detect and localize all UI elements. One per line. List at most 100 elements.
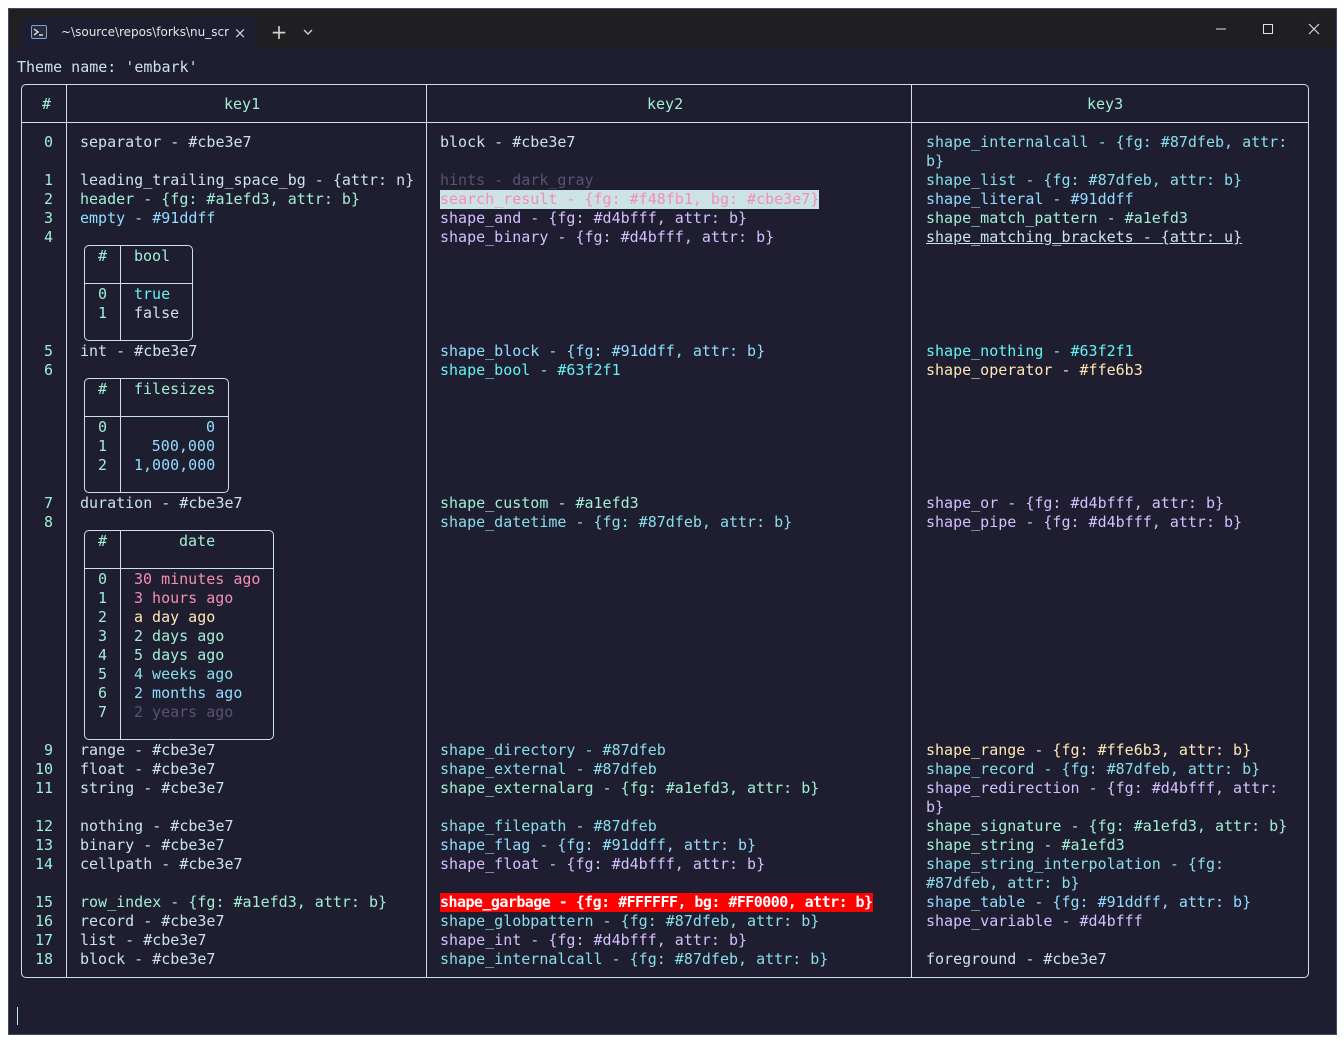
key2-cell: shape_flag - {fg: #91ddff, attr: b} (440, 836, 757, 854)
tab-close-icon[interactable]: × (232, 25, 248, 41)
key2-cell: search_result - {fg: #f48fb1, bg: #cbe3e… (440, 190, 820, 209)
date-value: 5 days ago (134, 646, 225, 664)
key3-cell-wrap: #87dfeb, attr: b} (926, 874, 1080, 892)
row-index: 7 (43, 494, 53, 512)
terminal-output[interactable]: Theme name: 'embark' # key1 key2 key3 0 … (9, 49, 1336, 1035)
key3-cell: shape_table - {fg: #91ddff, attr: b} (926, 893, 1252, 911)
bool-row-index: 0 (98, 285, 108, 303)
row-index: 1 (43, 171, 53, 189)
date-row-index: 1 (98, 589, 108, 607)
row-index: 11 (34, 779, 53, 797)
table-separator (84, 568, 274, 569)
row-index: 18 (34, 950, 53, 968)
key1-cell: range - #cbe3e7 (80, 741, 216, 759)
key3-cell: shape_literal - #91ddff (926, 190, 1134, 208)
chevron-down-icon[interactable] (299, 23, 317, 41)
key2-cell: shape_externalarg - {fg: #a1efd3, attr: … (440, 779, 820, 797)
key1-cell: int - #cbe3e7 (80, 342, 198, 360)
new-tab-button[interactable]: + (269, 22, 289, 42)
close-icon[interactable] (1302, 19, 1326, 39)
column-divider (911, 84, 912, 978)
bool-header-index: # (98, 247, 108, 265)
bool-value: true (134, 285, 171, 303)
column-divider (120, 245, 121, 341)
key3-cell: shape_string_interpolation - {fg: (926, 855, 1225, 873)
filesizes-header-index: # (98, 380, 108, 398)
key1-cell: list - #cbe3e7 (80, 931, 207, 949)
row-index: 9 (43, 741, 53, 759)
key3-cell: shape_range - {fg: #ffe6b3, attr: b} (926, 741, 1252, 759)
row-index: 6 (43, 361, 53, 379)
filesize-value: 1,000,000 (134, 456, 216, 474)
tab-title: ~\source\repos\forks\nu_scrip (61, 25, 229, 39)
row-index: 3 (43, 209, 53, 227)
theme-heading: Theme name: 'embark' (17, 58, 198, 76)
key2-cell: shape_block - {fg: #91ddff, attr: b} (440, 342, 766, 360)
key3-cell: shape_pipe - {fg: #d4bfff, attr: b} (926, 513, 1243, 531)
text-cursor (17, 1007, 18, 1025)
row-index: 13 (34, 836, 53, 854)
key1-cell: row_index - {fg: #a1efd3, attr: b} (80, 893, 388, 911)
row-index: 0 (43, 133, 53, 151)
key2-cell: shape_custom - #a1efd3 (440, 494, 639, 512)
filesize-value: 0 (205, 418, 215, 436)
column-divider (66, 84, 67, 978)
date-header-index: # (98, 532, 108, 550)
key2-cell: shape_and - {fg: #d4bfff, attr: b} (440, 209, 748, 227)
bool-row-index: 1 (98, 304, 108, 322)
key1-cell: duration - #cbe3e7 (80, 494, 243, 512)
date-row-index: 6 (98, 684, 108, 702)
date-header: date (179, 532, 216, 550)
key3-cell-wrap: b} (926, 798, 945, 816)
date-value: 30 minutes ago (134, 570, 261, 588)
key3-cell: shape_matching_brackets - {attr: u} (926, 228, 1243, 246)
date-row-index: 5 (98, 665, 108, 683)
row-index: 12 (34, 817, 53, 835)
key3-cell: shape_match_pattern - #a1efd3 (926, 209, 1188, 227)
key2-cell: shape_int - {fg: #d4bfff, attr: b} (440, 931, 748, 949)
title-bar: ~\source\repos\forks\nu_scrip × + (9, 9, 1336, 49)
key1-cell: empty - #91ddff (80, 209, 216, 227)
date-value: 2 years ago (134, 703, 234, 721)
date-row-index: 3 (98, 627, 108, 645)
date-row-index: 7 (98, 703, 108, 721)
key3-cell: shape_string - #a1efd3 (926, 836, 1125, 854)
key2-cell: shape_binary - {fg: #d4bfff, attr: b} (440, 228, 775, 246)
key1-cell: leading_trailing_space_bg - {attr: n} (80, 171, 415, 189)
key3-cell: shape_record - {fg: #87dfeb, attr: b} (926, 760, 1261, 778)
key3-cell: shape_internalcall - {fg: #87dfeb, attr: (926, 133, 1288, 151)
column-divider (120, 378, 121, 493)
tab-nu-scripts[interactable]: ~\source\repos\forks\nu_scrip × (19, 17, 257, 49)
row-index: 15 (34, 893, 53, 911)
minimize-icon[interactable] (1209, 19, 1233, 39)
row-index: 10 (34, 760, 53, 778)
date-value: 2 months ago (134, 684, 243, 702)
key1-cell: binary - #cbe3e7 (80, 836, 225, 854)
table-separator (84, 283, 193, 284)
filesize-value: 500,000 (151, 437, 215, 455)
filesize-row-index: 1 (98, 437, 108, 455)
key3-cell: shape_operator - #ffe6b3 (926, 361, 1143, 379)
key2-cell: shape_filepath - #87dfeb (440, 817, 657, 835)
date-row-index: 4 (98, 646, 108, 664)
key2-cell: shape_directory - #87dfeb (440, 741, 666, 759)
table-separator (84, 416, 229, 417)
row-index: 14 (34, 855, 53, 873)
key1-cell: block - #cbe3e7 (80, 950, 216, 968)
row-index: 8 (43, 513, 53, 531)
date-value: 3 hours ago (134, 589, 234, 607)
key2-cell: shape_external - #87dfeb (440, 760, 657, 778)
column-divider (120, 530, 121, 740)
date-value: 4 weeks ago (134, 665, 234, 683)
row-index: 5 (43, 342, 53, 360)
bool-value: false (134, 304, 180, 322)
key2-cell: shape_datetime - {fg: #87dfeb, attr: b} (440, 513, 793, 531)
key1-cell: float - #cbe3e7 (80, 760, 216, 778)
key1-cell: separator - #cbe3e7 (80, 133, 252, 151)
key1-cell: record - #cbe3e7 (80, 912, 225, 930)
key2-cell: shape_globpattern - {fg: #87dfeb, attr: … (440, 912, 820, 930)
date-row-index: 0 (98, 570, 108, 588)
maximize-icon[interactable] (1256, 19, 1280, 39)
header-separator (21, 122, 1309, 123)
row-index: 4 (43, 228, 53, 246)
